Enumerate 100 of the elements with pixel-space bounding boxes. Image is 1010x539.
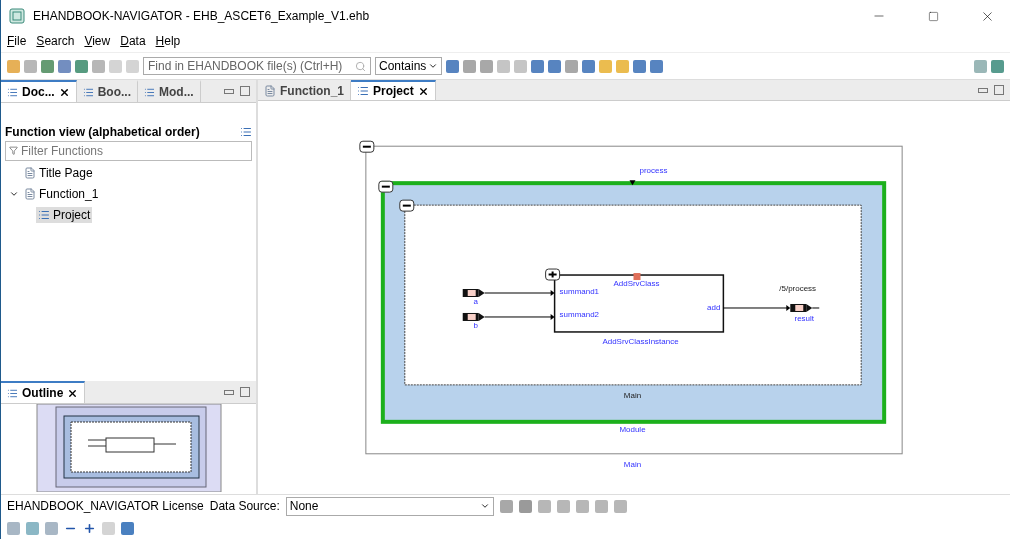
toolbar-icon[interactable] xyxy=(974,59,987,73)
menu-item[interactable]: Data xyxy=(120,34,146,48)
subsystem-label: Main xyxy=(623,390,642,400)
window-title: EHANDBOOK-NAVIGATOR - EHB_ASCET6_Example_V1.ehb xyxy=(33,9,371,23)
caret-icon xyxy=(479,501,490,511)
search-field[interactable]: Find in EHANDBOOK file(s) (Ctrl+H) xyxy=(143,57,371,75)
toolbar-icon[interactable] xyxy=(613,499,627,513)
connector-arrow xyxy=(484,314,555,320)
toolbar-icon[interactable] xyxy=(41,59,54,73)
page-icon xyxy=(24,166,36,179)
maximize-icon[interactable] xyxy=(927,10,939,22)
input-label: summand1 xyxy=(559,287,599,296)
minimize-icon[interactable] xyxy=(224,389,234,395)
toolbar-icon[interactable] xyxy=(497,59,511,73)
toolbar-icon[interactable] xyxy=(599,59,613,73)
toolbar-icon[interactable] xyxy=(7,521,20,535)
tree-item[interactable]: Title Page xyxy=(22,164,95,181)
maximize-icon[interactable] xyxy=(994,85,1004,95)
page-icon xyxy=(264,85,276,97)
data-source-label: Data Source: xyxy=(209,499,280,513)
view-icon xyxy=(7,86,18,98)
toolbar-icon[interactable] xyxy=(26,521,39,535)
license-label: EHANDBOOK_NAVIGATOR License xyxy=(7,499,204,513)
toolbar-icon[interactable] xyxy=(7,59,20,73)
toolbar-icon[interactable] xyxy=(24,59,37,73)
match-mode-dropdown[interactable]: Contains xyxy=(375,57,443,75)
path-label: /5/process xyxy=(779,284,817,293)
toolbar-icon[interactable] xyxy=(548,59,562,73)
port-icon xyxy=(462,313,485,321)
main-label: Main xyxy=(623,459,642,469)
toolbar-icon[interactable] xyxy=(556,499,570,513)
menu-item[interactable]: View xyxy=(84,34,111,48)
triangle-icon xyxy=(629,180,636,186)
menu-item[interactable]: File xyxy=(7,34,27,48)
close-icon[interactable] xyxy=(67,387,79,399)
connector-arrow xyxy=(484,290,555,296)
search-icon[interactable] xyxy=(355,60,366,72)
view-icon xyxy=(144,86,155,98)
connector-arrow xyxy=(722,305,791,311)
menu-item[interactable]: Help xyxy=(155,34,181,48)
app-logo-icon xyxy=(9,8,25,24)
outline-tab[interactable]: Outline xyxy=(1,381,86,403)
port-label: a xyxy=(473,297,478,306)
marker-square xyxy=(633,273,641,280)
toolbar-icon[interactable] xyxy=(514,59,528,73)
maximize-icon[interactable] xyxy=(240,86,250,96)
minus-icon[interactable] xyxy=(378,180,394,193)
class-label: AddSrvClass xyxy=(613,279,660,288)
toolbar-icon[interactable] xyxy=(650,59,664,73)
view-icon xyxy=(82,86,94,98)
toolbar-icon[interactable] xyxy=(575,499,589,513)
input-label: summand2 xyxy=(559,309,599,319)
toolbar-icon[interactable] xyxy=(58,59,71,73)
toolbar-icon[interactable] xyxy=(92,59,105,73)
toolbar-icon[interactable] xyxy=(531,59,545,73)
instance-label: AddSrvClassInstance xyxy=(602,336,679,346)
close-icon[interactable] xyxy=(58,86,70,98)
view-icon xyxy=(7,387,18,399)
menu-item[interactable]: Search xyxy=(36,34,75,48)
toolbar-icon[interactable] xyxy=(537,499,551,513)
toolbar-icon[interactable] xyxy=(991,59,1004,73)
process-label: process xyxy=(639,166,668,176)
toolbar-icon[interactable] xyxy=(565,59,579,73)
module-label: Module xyxy=(619,424,646,434)
toolbar-icon[interactable] xyxy=(446,59,460,73)
toolbar-icon[interactable] xyxy=(594,499,608,513)
minimize-icon[interactable] xyxy=(224,88,234,94)
output-label: add xyxy=(707,303,721,312)
toolbar-icon[interactable] xyxy=(518,499,532,513)
minus-icon[interactable] xyxy=(399,199,415,212)
toolbar-icon[interactable] xyxy=(582,59,596,73)
page-icon xyxy=(24,187,36,200)
tree-item[interactable]: Project xyxy=(36,206,93,223)
minimize-icon[interactable] xyxy=(978,87,988,93)
data-source-dropdown[interactable]: None xyxy=(285,496,494,516)
diagram-icon xyxy=(38,208,50,221)
view-title: Function view (alphabetical order) xyxy=(5,125,200,139)
toolbar-icon[interactable] xyxy=(463,59,477,73)
port-icon xyxy=(462,289,485,297)
toolbar-icon[interactable] xyxy=(616,59,630,73)
toolbar-icon[interactable] xyxy=(480,59,494,73)
port-icon xyxy=(790,304,813,312)
toolbar-icon[interactable] xyxy=(75,59,88,73)
toolbar-icon[interactable] xyxy=(499,499,513,513)
view-tab[interactable]: Doc... xyxy=(1,80,77,102)
minus-icon[interactable] xyxy=(359,140,375,153)
maximize-icon[interactable] xyxy=(240,387,250,397)
list-icon[interactable] xyxy=(240,126,252,138)
port-label: b xyxy=(473,320,478,330)
close-icon[interactable] xyxy=(417,85,429,97)
zoom-in-icon[interactable] xyxy=(83,521,96,535)
diagram-icon xyxy=(357,85,369,97)
tree-item[interactable]: Function_1 xyxy=(22,185,101,202)
filter-field[interactable]: Filter Functions xyxy=(5,141,252,161)
plus-icon[interactable] xyxy=(545,268,561,281)
toolbar-icon[interactable] xyxy=(633,59,647,73)
caret-icon xyxy=(428,61,439,71)
toolbar-icon[interactable] xyxy=(45,521,58,535)
output-port-label: result xyxy=(794,313,814,323)
editor-tab[interactable]: Project xyxy=(351,80,436,100)
